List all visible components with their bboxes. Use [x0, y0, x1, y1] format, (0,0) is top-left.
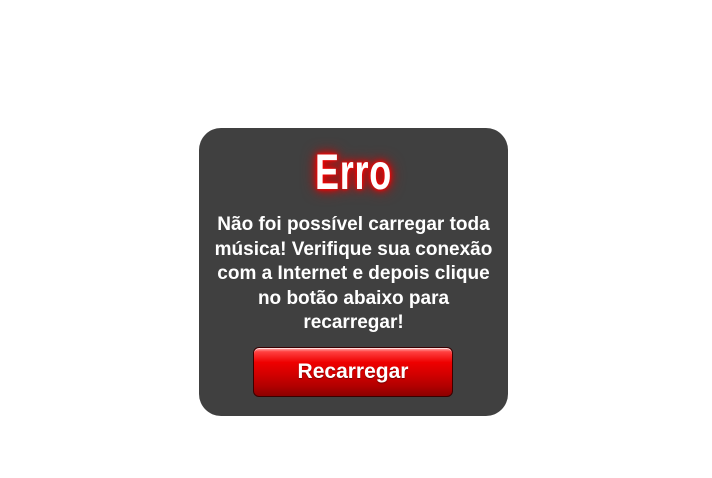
error-message: Não foi possível carregar toda música! V…: [214, 214, 493, 333]
dialog-title: Erro: [315, 144, 392, 200]
reload-button[interactable]: Recarregar: [253, 347, 453, 397]
error-dialog: Erro Não foi possível carregar toda músi…: [199, 128, 508, 416]
